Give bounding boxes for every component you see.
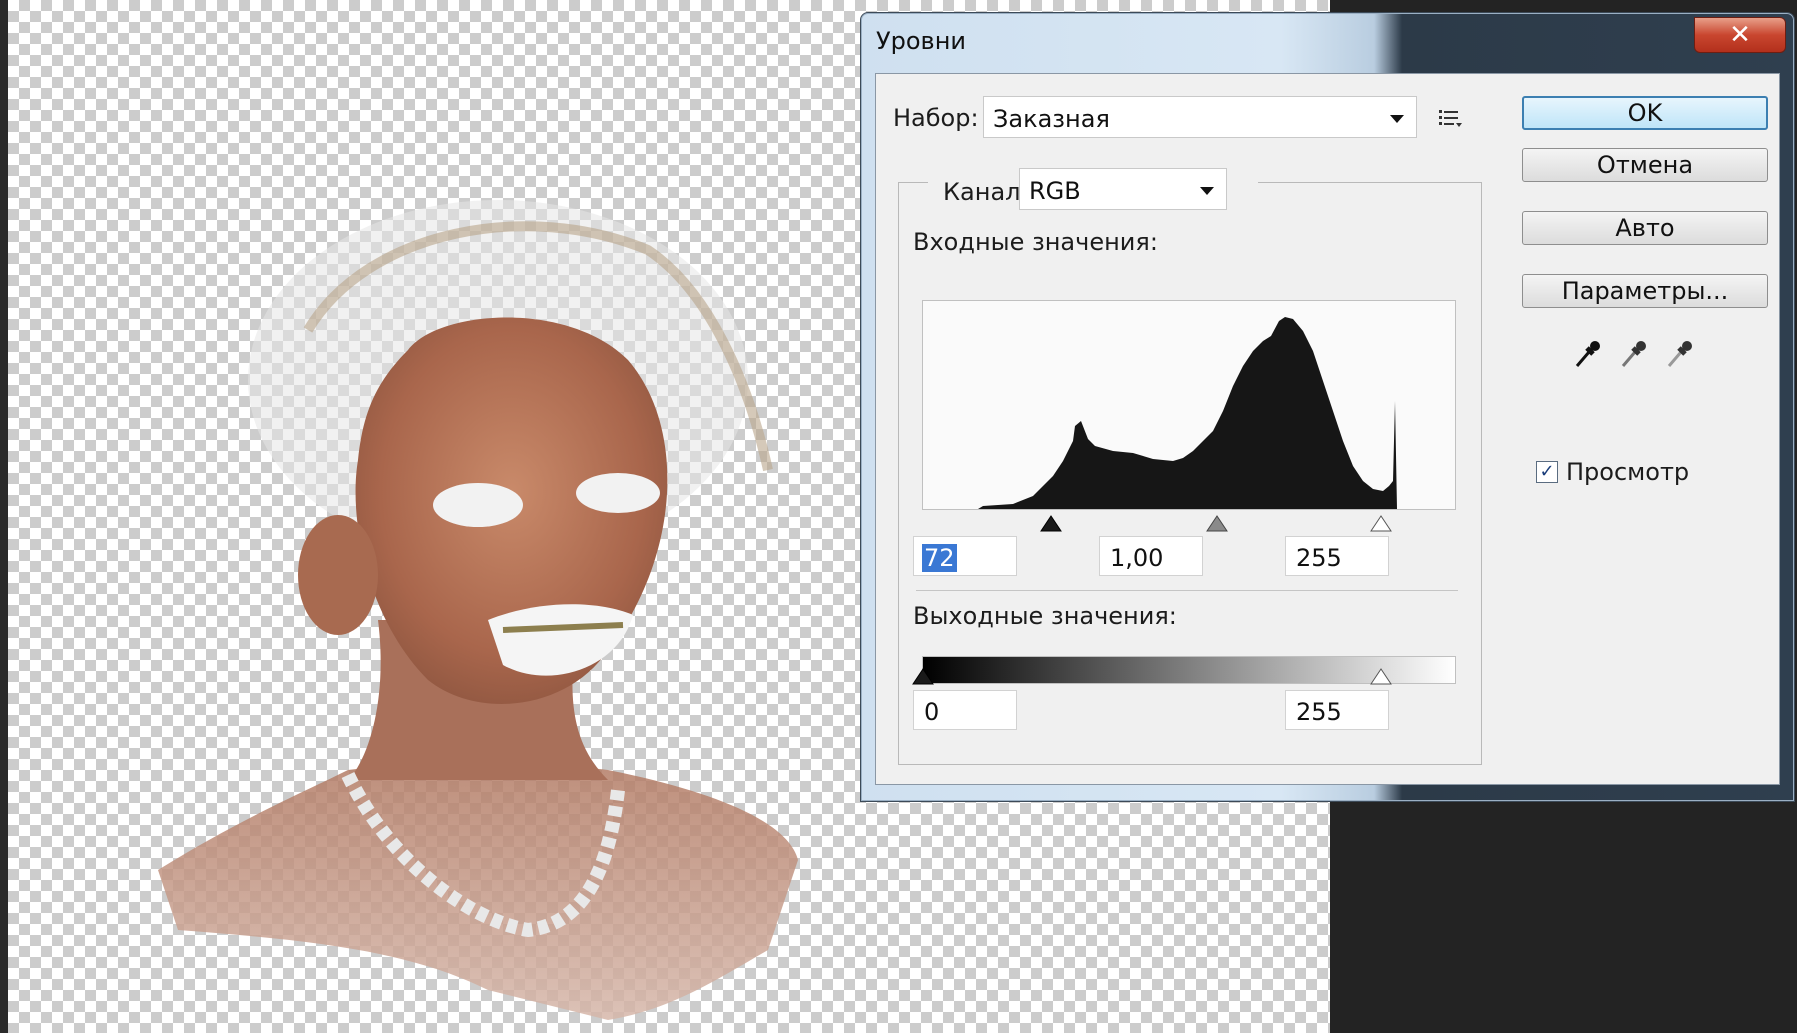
dialog-titlebar[interactable]: Уровни ✕ xyxy=(861,13,1794,71)
chevron-down-icon xyxy=(1390,115,1404,123)
dialog-content: Набор: Заказная Канал: RGB Входные значе… xyxy=(875,73,1780,785)
chevron-down-icon xyxy=(1200,187,1214,195)
output-white-value: 255 xyxy=(1296,698,1342,726)
output-black-value: 0 xyxy=(924,698,940,726)
separator xyxy=(916,590,1458,591)
levels-dialog: Уровни ✕ Набор: Заказная Канал: RGB Вход… xyxy=(860,12,1795,802)
dialog-title: Уровни xyxy=(876,27,966,55)
histogram xyxy=(922,300,1456,510)
output-black-slider[interactable] xyxy=(912,667,934,685)
preset-label: Набор: xyxy=(893,104,979,132)
input-gamma-value: 1,00 xyxy=(1110,544,1164,572)
histogram-graph xyxy=(978,317,1397,509)
black-point-eyedropper-icon[interactable] xyxy=(1573,338,1603,370)
input-black-field[interactable]: 72 xyxy=(913,536,1017,576)
preview-checkbox[interactable]: ✓ xyxy=(1536,461,1558,483)
output-levels-label: Выходные значения: xyxy=(913,602,1177,630)
preview-label: Просмотр xyxy=(1566,458,1690,486)
check-icon: ✓ xyxy=(1539,461,1555,482)
input-gamma-slider[interactable] xyxy=(1206,514,1228,532)
channel-select[interactable]: RGB xyxy=(1019,168,1227,210)
output-white-slider[interactable] xyxy=(1370,667,1392,685)
output-black-field[interactable]: 0 xyxy=(913,690,1017,730)
input-gamma-field[interactable]: 1,00 xyxy=(1099,536,1203,576)
preset-select[interactable]: Заказная xyxy=(983,96,1417,138)
channel-value: RGB xyxy=(1029,177,1081,205)
close-button[interactable]: ✕ xyxy=(1694,17,1786,53)
options-button[interactable]: Параметры... xyxy=(1522,274,1768,308)
ok-button[interactable]: OK xyxy=(1522,96,1768,130)
preset-value: Заказная xyxy=(993,105,1110,133)
input-black-value: 72 xyxy=(922,544,957,572)
workspace-edge xyxy=(0,0,8,1033)
input-white-field[interactable]: 255 xyxy=(1285,536,1389,576)
gray-point-eyedropper-icon[interactable] xyxy=(1619,338,1649,370)
output-white-field[interactable]: 255 xyxy=(1285,690,1389,730)
preset-options-icon[interactable] xyxy=(1438,108,1466,130)
input-white-value: 255 xyxy=(1296,544,1342,572)
cancel-button[interactable]: Отмена xyxy=(1522,148,1768,182)
close-icon: ✕ xyxy=(1729,20,1751,50)
input-levels-label: Входные значения: xyxy=(913,228,1158,256)
white-point-eyedropper-icon[interactable] xyxy=(1665,338,1695,370)
input-black-slider[interactable] xyxy=(1040,514,1062,532)
input-white-slider[interactable] xyxy=(1370,514,1392,532)
auto-button[interactable]: Авто xyxy=(1522,211,1768,245)
channel-label: Канал: xyxy=(943,178,1029,206)
